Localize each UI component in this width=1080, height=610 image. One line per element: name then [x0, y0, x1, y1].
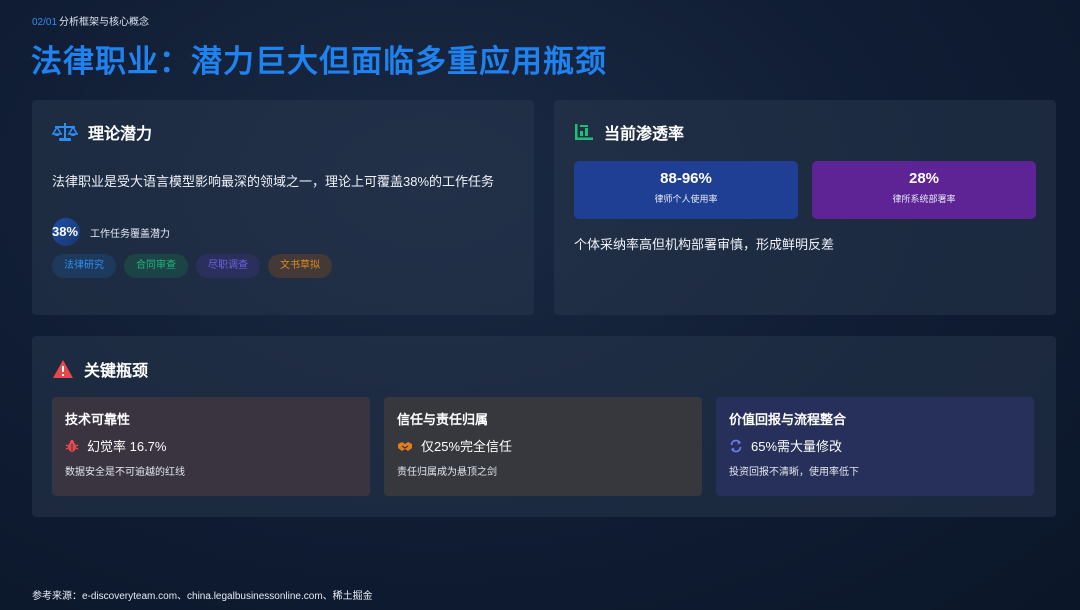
potential-card: 理论潜力 法律职业是受大语言模型影响最深的领域之一，理论上可覆盖38%的工作任务…	[32, 100, 534, 315]
coverage-stat: 38% 工作任务覆盖潜力	[52, 218, 170, 246]
section-title: 分析框架与核心概念	[59, 17, 150, 28]
tag-due-diligence: 尽职调查	[196, 254, 260, 278]
coverage-label: 工作任务覆盖潜力	[90, 228, 170, 240]
bottleneck-tech-reliability: 技术可靠性 幻觉率 16.7% 数据安全是不可逾越的红线	[52, 397, 370, 496]
coverage-value: 38%	[52, 224, 79, 239]
tech-stat-text: 幻觉率 16.7%	[87, 439, 167, 454]
tag-document-drafting: 文书草拟	[268, 254, 332, 278]
metric-firm-deployment: 28% 律所系统部署率	[812, 161, 1036, 219]
value-description: 投资回报不清晰，使用率低下	[729, 467, 859, 478]
bottleneck-card: 关键瓶颈 技术可靠性 幻觉率 16.7% 数据安全是不可逾越的红线 信任与责任归…	[32, 336, 1056, 517]
task-tags: 法律研究 合同审查 尽职调查 文书草拟	[52, 254, 332, 278]
section-number: 02/01	[32, 17, 58, 28]
tag-contract-review: 合同审查	[124, 254, 188, 278]
page-title: 法律职业：潜力巨大但面临多重应用瓶颈	[31, 44, 607, 79]
tag-legal-research: 法律研究	[52, 254, 116, 278]
tech-title: 技术可靠性	[65, 412, 131, 427]
trust-stat: 仅25%完全信任	[397, 436, 512, 455]
potential-title: 理论潜力	[88, 126, 153, 143]
metric-firm-label: 律所系统部署率	[892, 194, 956, 204]
metric-firm-value: 28%	[908, 170, 940, 187]
bottleneck-trust-liability: 信任与责任归属 仅25%完全信任 责任归属成为悬顶之剑	[384, 397, 702, 496]
trust-stat-text: 仅25%完全信任	[421, 439, 513, 454]
penetration-note: 个体采纳率高但机构部署审慎，形成鲜明反差	[574, 237, 835, 252]
bottleneck-value-integration: 价值回报与流程整合 65%需大量修改 投资回报不清晰，使用率低下	[716, 397, 1034, 496]
penetration-title: 当前渗透率	[604, 126, 685, 143]
bug-icon	[65, 439, 79, 453]
trust-title: 信任与责任归属	[397, 412, 489, 427]
metric-individual-usage: 88-96% 律师个人使用率	[574, 161, 798, 219]
source-footer: 参考来源：e-discoveryteam.com、china.legalbusi…	[32, 591, 373, 602]
refresh-icon	[729, 439, 743, 453]
penetration-card: 当前渗透率 88-96% 律师个人使用率 28% 律所系统部署率 个体采纳率高但…	[554, 100, 1056, 315]
potential-description: 法律职业是受大语言模型影响最深的领域之一，理论上可覆盖38%的工作任务	[52, 174, 495, 189]
tech-stat: 幻觉率 16.7%	[65, 436, 166, 455]
potential-header: 理论潜力	[52, 120, 152, 144]
bottleneck-title: 关键瓶颈	[84, 363, 149, 380]
metric-individual-label: 律师个人使用率	[654, 194, 718, 204]
section-tag: 02/01 分析框架与核心概念	[32, 13, 149, 28]
value-stat-text: 65%需大量修改	[751, 439, 843, 454]
value-title: 价值回报与流程整合	[729, 412, 847, 427]
trust-description: 责任归属成为悬顶之剑	[397, 467, 497, 478]
bottleneck-header: 关键瓶颈	[52, 357, 148, 381]
scale-icon	[52, 122, 78, 142]
handshake-icon	[397, 439, 413, 453]
metric-individual-value: 88-96%	[660, 170, 712, 187]
value-stat: 65%需大量修改	[729, 436, 842, 455]
tech-description: 数据安全是不可逾越的红线	[65, 467, 185, 478]
penetration-header: 当前渗透率	[574, 120, 684, 144]
warning-icon	[52, 359, 74, 379]
coverage-circle: 38%	[52, 218, 80, 246]
bar-chart-icon	[574, 122, 594, 142]
